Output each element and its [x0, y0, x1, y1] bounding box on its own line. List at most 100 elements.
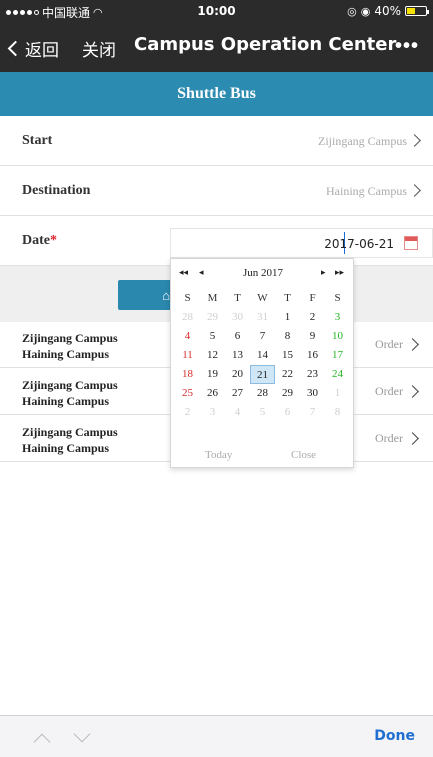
calendar-day[interactable]: 7 [250, 327, 275, 346]
battery-fill [407, 8, 415, 14]
calendar-day[interactable]: 18 [175, 365, 200, 384]
calendar-day-outside-month[interactable]: 4 [225, 403, 250, 422]
required-mark: * [50, 233, 57, 248]
calendar-day-outside-month[interactable]: 29 [200, 308, 225, 327]
orientation-lock-icon: ◎ [347, 4, 357, 18]
destination-value: Haining Campus [326, 184, 407, 198]
calendar-day[interactable]: 19 [200, 365, 225, 384]
calendar-day[interactable]: 30 [300, 384, 325, 403]
battery-icon [405, 6, 429, 16]
chevron-up-icon[interactable] [33, 733, 51, 751]
chevron-down-icon[interactable] [73, 725, 91, 743]
done-button[interactable]: Done [374, 728, 415, 744]
calendar-day-outside-month[interactable]: 31 [250, 308, 275, 327]
calendar-grid: S M T W T F S 28 29 30 31 1 2 3 4 5 6 7 8 9 10 11 12 13 14 15 16 17… [175, 289, 350, 422]
weekday-header: W [257, 292, 268, 304]
status-bar: 中国联通 ◠ 10:00 ◎ ◉ 40% [0, 0, 433, 22]
start-value: Zijingang Campus [318, 134, 407, 148]
calendar-day[interactable]: 20 [225, 365, 250, 384]
page-title: Campus Operation Center [134, 34, 397, 55]
order-link[interactable]: Order [375, 431, 403, 446]
date-picker-popup: ◂◂ ◂ Jun 2017 ▸ ▸▸ S M T W T F S 28 29 30 31 1 2 3 4 5 6… [170, 258, 354, 468]
more-options-button[interactable]: ••• [395, 35, 419, 58]
order-link[interactable]: Order [375, 337, 403, 352]
calendar-icon[interactable] [404, 236, 418, 250]
calendar-day[interactable]: 24 [325, 365, 350, 384]
calendar-day[interactable]: 8 [275, 327, 300, 346]
chevron-left-icon [7, 40, 24, 57]
home-icon: ⌂ [162, 288, 170, 303]
calendar-day[interactable]: 27 [225, 384, 250, 403]
calendar-day[interactable]: 13 [225, 346, 250, 365]
calendar-day[interactable]: 17 [325, 346, 350, 365]
keyboard-toolbar: Done [0, 715, 433, 757]
next-month-button[interactable]: ▸ [321, 267, 326, 278]
weekday-header: F [309, 292, 316, 304]
route-from: Zijingang Campus [22, 425, 118, 439]
calendar-day[interactable]: 5 [200, 327, 225, 346]
calendar-day-outside-month[interactable]: 8 [325, 403, 350, 422]
calendar-day[interactable]: 14 [250, 346, 275, 365]
chevron-right-icon [408, 184, 421, 197]
weekday-header: M [207, 292, 218, 304]
date-label: Date* [22, 233, 57, 249]
weekday-header: T [284, 292, 291, 304]
date-value: 2017-06-21 [324, 237, 394, 251]
order-link[interactable]: Order [375, 384, 403, 399]
weekday-header: S [184, 292, 191, 304]
section-header: Shuttle Bus [0, 72, 433, 116]
calendar-day[interactable]: 16 [300, 346, 325, 365]
calendar-day-outside-month[interactable]: 2 [175, 403, 200, 422]
calendar-day-outside-month[interactable]: 28 [175, 308, 200, 327]
calendar-day[interactable]: 25 [175, 384, 200, 403]
calendar-day-outside-month[interactable]: 1 [325, 384, 350, 403]
weekday-header: S [334, 292, 341, 304]
calendar-day[interactable]: 23 [300, 365, 325, 384]
close-button[interactable]: 关闭 [82, 36, 116, 61]
weekday-header: T [234, 292, 241, 304]
alarm-icon: ◉ [360, 4, 371, 18]
calendar-month-label: Jun 2017 [242, 267, 284, 279]
calendar-day[interactable]: 26 [200, 384, 225, 403]
route-to: Haining Campus [22, 441, 110, 455]
calendar-day[interactable]: 2 [300, 308, 325, 327]
calendar-day[interactable]: 22 [275, 365, 300, 384]
home-button[interactable]: ⌂ [118, 280, 178, 310]
calendar-day-outside-month[interactable]: 5 [250, 403, 275, 422]
calendar-day[interactable]: 29 [275, 384, 300, 403]
calendar-day[interactable]: 6 [225, 327, 250, 346]
calendar-day[interactable]: 11 [175, 346, 200, 365]
chevron-right-icon [406, 385, 419, 398]
route-from: Zijingang Campus [22, 378, 118, 392]
back-label: 返回 [25, 41, 59, 61]
start-label: Start [22, 133, 53, 148]
date-input[interactable]: 2017-06-21 [170, 228, 433, 258]
calendar-day[interactable]: 15 [275, 346, 300, 365]
destination-row[interactable]: Destination Haining Campus [0, 166, 433, 216]
date-label-text: Date [22, 233, 50, 248]
calendar-day[interactable]: 3 [325, 308, 350, 327]
status-right: ◎ ◉ 40% [347, 4, 429, 18]
calendar-day[interactable]: 1 [275, 308, 300, 327]
calendar-day[interactable]: 10 [325, 327, 350, 346]
back-button[interactable]: 返回 [7, 36, 59, 61]
calendar-day[interactable]: 12 [200, 346, 225, 365]
close-calendar-button[interactable]: Close [291, 449, 316, 461]
calendar-day-outside-month[interactable]: 30 [225, 308, 250, 327]
calendar-day[interactable]: 9 [300, 327, 325, 346]
calendar-day-outside-month[interactable]: 7 [300, 403, 325, 422]
route-from: Zijingang Campus [22, 331, 118, 345]
calendar-day[interactable]: 28 [250, 384, 275, 403]
calendar-day-outside-month[interactable]: 6 [275, 403, 300, 422]
calendar-day[interactable]: 4 [175, 327, 200, 346]
chevron-right-icon [408, 134, 421, 147]
start-row[interactable]: Start Zijingang Campus [0, 116, 433, 166]
battery-percent: 40% [374, 4, 401, 18]
today-button[interactable]: Today [205, 449, 232, 461]
destination-label: Destination [22, 183, 91, 198]
next-year-button[interactable]: ▸▸ [335, 267, 344, 278]
calendar-day-outside-month[interactable]: 3 [200, 403, 225, 422]
route-to: Haining Campus [22, 347, 110, 361]
calendar-day[interactable]: 21 [250, 365, 275, 384]
route-to: Haining Campus [22, 394, 110, 408]
